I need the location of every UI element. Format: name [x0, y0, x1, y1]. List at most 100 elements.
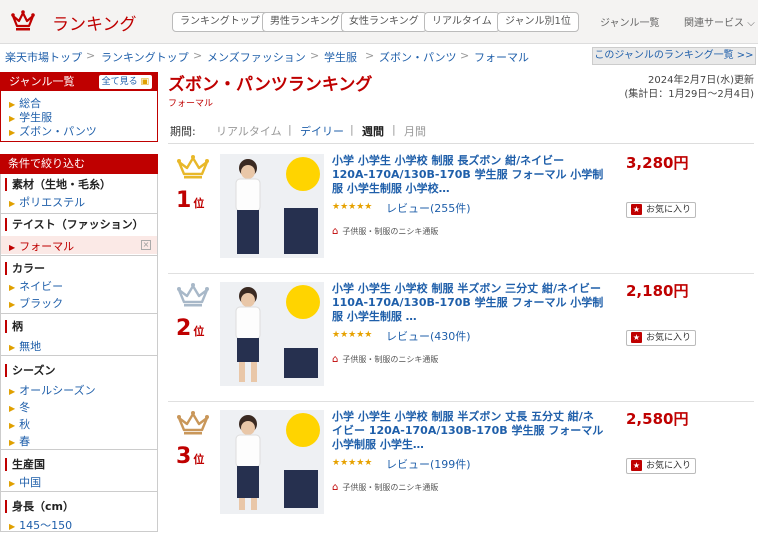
filter-item-formal[interactable]: ▶ フォーマル [9, 238, 74, 254]
breadcrumb-item-ranking-top[interactable]: ランキングトップ [101, 49, 189, 65]
arrow-right-icon: ▶ [9, 343, 16, 352]
nav-female-ranking[interactable]: 女性ランキング [341, 12, 427, 32]
filter-item-all-season[interactable]: ▶ オールシーズン [9, 382, 96, 398]
filter-item-spring[interactable]: ▶ 春 [9, 433, 30, 449]
shop-name: 子供服・制服のニシキ通販 [342, 483, 439, 492]
filter-item-label: 145～150 [19, 519, 73, 532]
rank-number: 2位 [176, 316, 204, 341]
chevron-down-icon: ⌵ [747, 18, 755, 29]
filter-section-title: カラー [5, 262, 45, 275]
shop-link[interactable]: ⌂ 子供服・制服のニシキ通販 [332, 354, 438, 365]
nav-male-ranking[interactable]: 男性ランキング [262, 12, 348, 32]
tab-daily[interactable]: デイリー [300, 123, 344, 139]
product-image[interactable] [220, 154, 324, 258]
period-label: 期間: [170, 125, 196, 138]
filter-section-season: シーズン ▶ オールシーズン ▶ 冬 ▶ 秋 ▶ 春 [0, 356, 158, 450]
product-photo [220, 154, 324, 258]
rank-value: 1 [176, 188, 192, 213]
update-info: 2024年2月7日(水)更新 (集計日：1月29日～2月4日) [624, 74, 754, 102]
product-name-link[interactable]: 小学 小学生 小学校 制服 半ズボン 三分丈 紺/ネイビー 110A-170A/… [332, 282, 604, 324]
rank-number: 3位 [176, 444, 204, 469]
product-price: 3,280円 [626, 154, 689, 172]
rank-suffix: 位 [193, 453, 205, 466]
filter-section-title: 柄 [5, 320, 23, 333]
breadcrumb-item-formal[interactable]: フォーマル [474, 49, 529, 65]
filter-section-taste: テイスト（ファッション） ▶ フォーマル × [0, 214, 158, 256]
view-all-label: 全て見る [101, 77, 138, 87]
shop-link[interactable]: ⌂ 子供服・制服のニシキ通販 [332, 226, 438, 237]
filter-section-height: 身長（cm） ▶ 145～150 [0, 492, 158, 532]
product-name-link[interactable]: 小学 小学生 小学校 制服 半ズボン 丈長 五分丈 紺/ネイビー 120A-17… [332, 410, 604, 452]
rank-crown-gold-icon [177, 155, 209, 179]
rating-stars: ★★★★★ [332, 202, 373, 212]
shop-link[interactable]: ⌂ 子供服・制服のニシキ通販 [332, 482, 438, 493]
filter-section-origin: 生産国 ▶ 中国 [0, 450, 158, 492]
ranking-logo-text[interactable]: ランキング [52, 10, 137, 35]
period-tabs: 期間: リアルタイム | デイリー | 週間 | 月間 [168, 120, 754, 144]
rank-crown-bronze-icon [177, 411, 209, 435]
review-link[interactable]: レビュー(255件) [386, 200, 471, 216]
filter-item-label: 春 [19, 435, 31, 448]
product-name-link[interactable]: 小学 小学生 小学校 制服 長ズボン 紺/ネイビー 120A-170A/130B… [332, 154, 604, 196]
filter-item-winter[interactable]: ▶ 冬 [9, 399, 30, 415]
filter-section-material: 素材（生地・毛糸） ▶ ポリエステル [0, 174, 158, 214]
shop-home-icon: ⌂ [332, 482, 339, 493]
related-services-menu[interactable]: 関連サービス ⌵ [684, 14, 755, 29]
remove-filter-icon[interactable]: × [141, 240, 151, 250]
tab-monthly[interactable]: 月間 [404, 123, 426, 139]
filter-item-polyester[interactable]: ▶ ポリエステル [9, 194, 85, 210]
favorite-button[interactable]: ★ お気に入り [626, 458, 697, 474]
star-icon: ★ [631, 204, 642, 215]
product-image[interactable] [220, 282, 324, 386]
filter-item-145-150[interactable]: ▶ 145～150 [9, 517, 72, 533]
page-subtitle: フォーマル [168, 99, 214, 109]
breadcrumb-item-rakuten-top[interactable]: 楽天市場トップ [5, 49, 82, 65]
filter-item-navy[interactable]: ▶ ネイビー [9, 278, 63, 294]
rank-number: 1位 [176, 188, 204, 213]
tab-realtime[interactable]: リアルタイム [216, 123, 282, 139]
breadcrumb-item-school-uniform[interactable]: 学生服 [324, 49, 357, 65]
favorite-button[interactable]: ★ お気に入り [626, 202, 697, 218]
filter-item-label: ブラック [19, 297, 64, 310]
genre-item-pants[interactable]: ▶ ズボン・パンツ [9, 123, 97, 139]
genre-list-link[interactable]: ジャンル一覧 [600, 14, 660, 29]
product-image[interactable] [220, 410, 324, 514]
nav-realtime[interactable]: リアルタイム [424, 12, 500, 32]
filter-item-black[interactable]: ▶ ブラック [9, 295, 63, 311]
filter-section-title: 素材（生地・毛糸） [5, 178, 111, 191]
rating-stars: ★★★★★ [332, 330, 373, 340]
breadcrumb-separator: > [86, 49, 96, 62]
rating-stars: ★★★★★ [332, 458, 373, 468]
review-link[interactable]: レビュー(199件) [386, 456, 471, 472]
nav-genre-first[interactable]: ジャンル別1位 [497, 12, 579, 32]
tally-period: (集計日：1月29日～2月4日) [624, 89, 754, 100]
arrow-right-icon: ▶ [9, 522, 16, 531]
filter-header: 条件で絞り込む [0, 154, 158, 174]
shop-home-icon: ⌂ [332, 226, 339, 237]
nav-ranking-top[interactable]: ランキングトップ [172, 12, 268, 32]
filter-section-title: テイスト（ファッション） [5, 218, 144, 231]
view-all-button[interactable]: 全て見る ▣ [98, 75, 152, 89]
filter-item-autumn[interactable]: ▶ 秋 [9, 416, 30, 432]
arrow-right-icon: ▶ [9, 387, 16, 396]
filter-section-title: シーズン [5, 364, 55, 377]
other-rankings-link[interactable]: このジャンルのランキング一覧 >> [592, 47, 756, 65]
favorite-label: お気に入り [646, 461, 692, 471]
top-header: ランキング ランキングトップ 男性ランキング 女性ランキング リアルタイム ジャ… [0, 0, 758, 44]
filter-section-pattern: 柄 ▶ 無地 [0, 314, 158, 356]
tab-weekly[interactable]: 週間 [362, 123, 384, 139]
related-services-label: 関連サービス [684, 18, 744, 29]
arrow-right-icon: ▶ [9, 199, 16, 208]
filter-item-china[interactable]: ▶ 中国 [9, 474, 41, 490]
ranking-row: 3位 小学 小学生 小学校 制服 半ズボン 丈長 五分丈 紺/ネイビー 120A… [168, 402, 754, 530]
ranking-row: 2位 小学 小学生 小学校 制服 半ズボン 三分丈 紺/ネイビー 110A-17… [168, 274, 754, 402]
arrow-box-icon: ▣ [140, 77, 149, 87]
breadcrumb-item-mens-fashion[interactable]: メンズファッション [207, 49, 306, 65]
filter-item-plain[interactable]: ▶ 無地 [9, 338, 41, 354]
breadcrumb-item-pants[interactable]: ズボン・パンツ [379, 49, 457, 65]
ranking-crown-logo-icon[interactable] [10, 8, 36, 34]
genre-list-header: ジャンル一覧 全て見る ▣ [1, 73, 157, 91]
favorite-button[interactable]: ★ お気に入り [626, 330, 697, 346]
arrow-right-icon: ▶ [9, 128, 16, 137]
review-link[interactable]: レビュー(430件) [386, 328, 471, 344]
